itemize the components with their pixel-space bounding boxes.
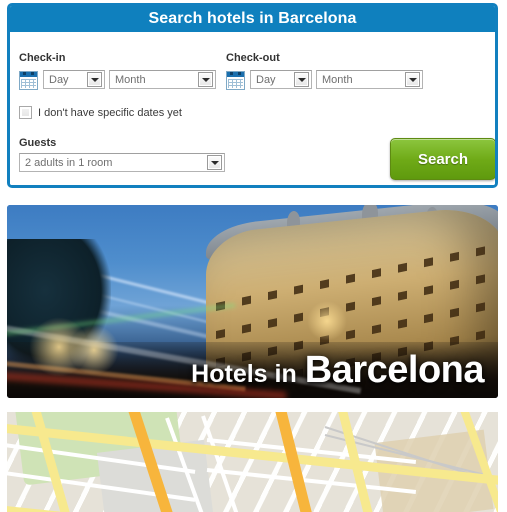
hero-caption-prefix: Hotels in: [191, 360, 297, 388]
calendar-icon-grid: [228, 79, 243, 88]
checkin-month-select[interactable]: Month: [109, 70, 216, 89]
calendar-icon-header: [227, 72, 244, 77]
checkout-month-value: Month: [322, 73, 353, 86]
hero-caption: Hotels in Barcelona: [191, 349, 484, 392]
calendar-icon-header: [20, 72, 37, 77]
chevron-down-icon[interactable]: [207, 155, 222, 170]
chevron-down-icon[interactable]: [294, 72, 309, 87]
hero-image: Hotels in Barcelona: [7, 205, 498, 398]
street-lamp-glow: [69, 325, 119, 375]
chevron-down-icon[interactable]: [87, 72, 102, 87]
checkin-day-select[interactable]: Day: [43, 70, 105, 89]
guests-value: 2 adults in 1 room: [25, 156, 113, 169]
checkout-day-value: Day: [256, 73, 276, 86]
chevron-down-icon[interactable]: [198, 72, 213, 87]
search-form: Check-in Day Month Check-out Day Month I…: [10, 32, 495, 185]
checkout-label: Check-out: [226, 52, 280, 64]
panel-title: Search hotels in Barcelona: [10, 6, 495, 32]
flexible-dates-label: I don't have specific dates yet: [38, 106, 182, 119]
map-tile[interactable]: [7, 412, 498, 512]
checkin-label: Check-in: [19, 52, 66, 64]
guests-select[interactable]: 2 adults in 1 room: [19, 153, 225, 172]
checkout-month-select[interactable]: Month: [316, 70, 423, 89]
checkin-calendar-icon[interactable]: [19, 71, 38, 90]
chevron-down-icon[interactable]: [405, 72, 420, 87]
checkin-month-value: Month: [115, 73, 146, 86]
search-button[interactable]: Search: [390, 138, 495, 180]
hero-caption-city: Barcelona: [304, 349, 485, 391]
checkout-day-select[interactable]: Day: [250, 70, 312, 89]
guests-label: Guests: [19, 137, 57, 149]
checkin-day-value: Day: [49, 73, 69, 86]
calendar-icon-grid: [21, 79, 36, 88]
flexible-dates-row[interactable]: I don't have specific dates yet: [19, 106, 182, 119]
checkout-calendar-icon[interactable]: [226, 71, 245, 90]
flexible-dates-checkbox[interactable]: [19, 106, 32, 119]
search-panel: Search hotels in Barcelona Check-in Day …: [7, 3, 498, 188]
street-lamp-glow: [307, 301, 347, 341]
